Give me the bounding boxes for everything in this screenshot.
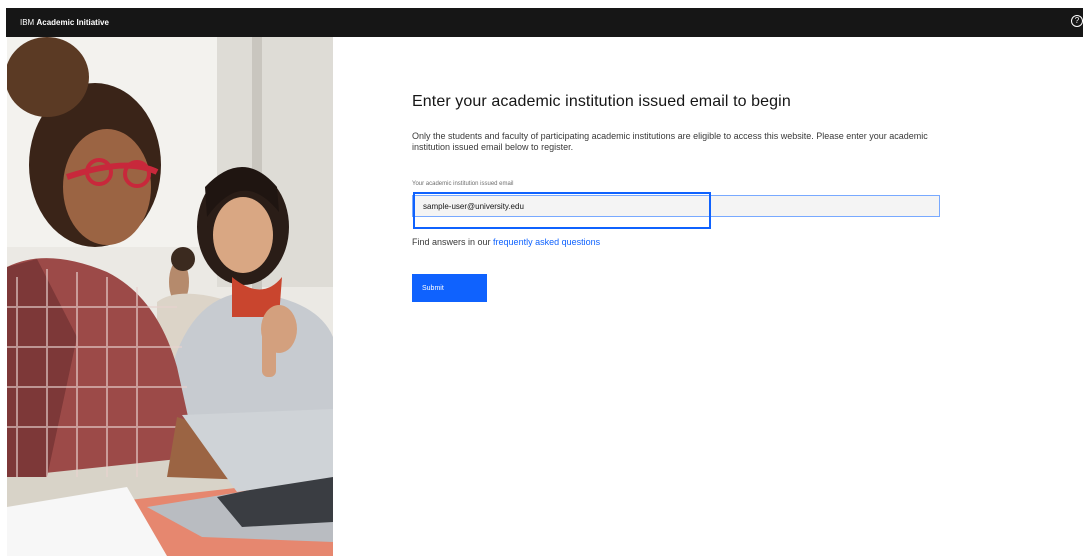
faq-link[interactable]: frequently asked questions <box>493 237 600 247</box>
registration-panel: Enter your academic institution issued e… <box>333 37 1083 556</box>
submit-button[interactable]: Submit <box>412 274 487 302</box>
email-field[interactable] <box>413 196 939 217</box>
page: IBM Academic Initiative ? Enter your aca… <box>0 0 1083 558</box>
hero-illustration <box>7 37 333 556</box>
faq-text: Find answers in our frequently asked que… <box>412 237 600 247</box>
brand-prefix: IBM <box>20 18 35 27</box>
eligibility-description: Only the students and faculty of partici… <box>412 131 928 152</box>
email-field-wrapper <box>412 195 940 217</box>
email-field-label: Your academic institution issued email <box>412 181 514 187</box>
brand-logo[interactable]: IBM Academic Initiative <box>20 18 109 27</box>
help-circle-icon[interactable]: ? <box>1071 15 1083 27</box>
brand-name: Academic Initiative <box>36 18 109 27</box>
faq-prefix: Find answers in our <box>412 237 494 247</box>
page-title: Enter your academic institution issued e… <box>412 93 791 110</box>
hero-photo <box>7 37 333 556</box>
top-header-bar: IBM Academic Initiative ? <box>6 8 1083 37</box>
